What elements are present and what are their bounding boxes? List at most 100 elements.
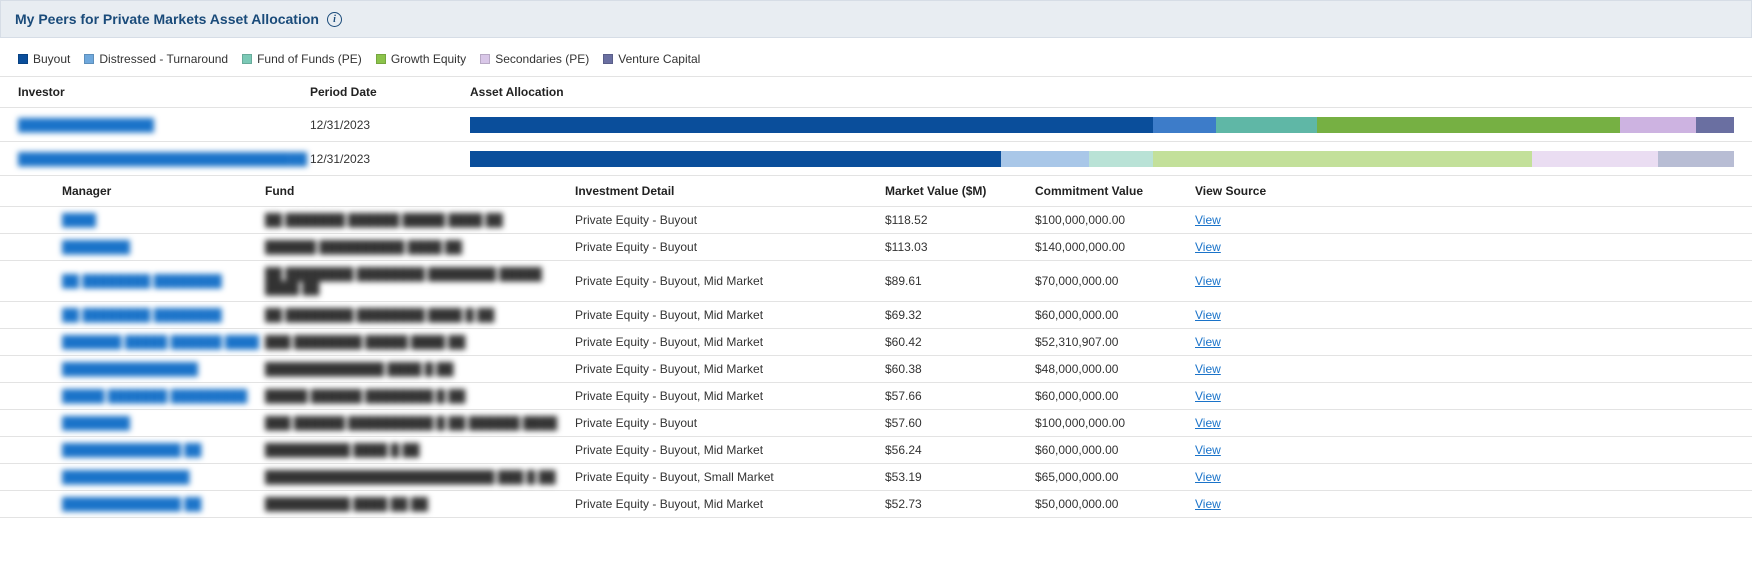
market-value: $53.19: [885, 470, 1035, 484]
market-value: $57.66: [885, 389, 1035, 403]
page-title: My Peers for Private Markets Asset Alloc…: [15, 11, 319, 27]
investment-detail: Private Equity - Buyout, Mid Market: [575, 274, 885, 288]
info-icon[interactable]: i: [327, 12, 342, 27]
view-source-link[interactable]: View: [1195, 497, 1221, 511]
investment-detail: Private Equity - Buyout, Mid Market: [575, 308, 885, 322]
fund-cell: ██████████████ ████ █ ██: [265, 362, 454, 376]
allocation-segment[interactable]: [1696, 117, 1734, 133]
legend-item[interactable]: Growth Equity: [376, 52, 466, 66]
manager-link[interactable]: █████ ███████ █████████: [62, 389, 247, 403]
allocation-segment[interactable]: [1153, 151, 1532, 167]
manager-link[interactable]: ███████████████: [62, 470, 190, 484]
legend-swatch: [242, 54, 252, 64]
investment-detail: Private Equity - Buyout, Mid Market: [575, 497, 885, 511]
commitment-value: $60,000,000.00: [1035, 308, 1195, 322]
commitment-value: $140,000,000.00: [1035, 240, 1195, 254]
manager-link[interactable]: ██ ████████ ████████: [62, 308, 222, 322]
investment-detail: Private Equity - Buyout, Mid Market: [575, 362, 885, 376]
investor-link[interactable]: ████████████████: [18, 118, 154, 132]
view-source-link[interactable]: View: [1195, 213, 1221, 227]
view-source-link[interactable]: View: [1195, 240, 1221, 254]
allocation-segment[interactable]: [1658, 151, 1734, 167]
manager-link[interactable]: ████████: [62, 416, 130, 430]
allocation-segment[interactable]: [1620, 117, 1696, 133]
legend-label: Distressed - Turnaround: [99, 52, 228, 66]
legend-swatch: [376, 54, 386, 64]
view-source-link[interactable]: View: [1195, 335, 1221, 349]
manager-link[interactable]: ██████████████ ██: [62, 497, 201, 511]
investment-detail: Private Equity - Buyout: [575, 213, 885, 227]
market-value: $52.73: [885, 497, 1035, 511]
table-row: ████████ ███ ██████ ██████████ █ ██ █████…: [0, 410, 1752, 437]
view-source-link[interactable]: View: [1195, 443, 1221, 457]
fund-cell: ██████████ ████ ██ ██: [265, 497, 428, 511]
allocation-segment[interactable]: [1001, 151, 1089, 167]
fund-cell: ██████ ██████████ ████ ██: [265, 240, 462, 254]
view-source-link[interactable]: View: [1195, 362, 1221, 376]
table-row: ████████████████ ██████████████ ████ █ ██…: [0, 356, 1752, 383]
view-source-link[interactable]: View: [1195, 308, 1221, 322]
investment-detail: Private Equity - Buyout, Mid Market: [575, 389, 885, 403]
table-row: ██████████████ ████████████ ████ █ ██Pri…: [0, 437, 1752, 464]
allocation-segment[interactable]: [1216, 117, 1317, 133]
market-value: $113.03: [885, 240, 1035, 254]
market-value: $60.42: [885, 335, 1035, 349]
legend-label: Venture Capital: [618, 52, 700, 66]
view-source-link[interactable]: View: [1195, 470, 1221, 484]
commitment-value: $48,000,000.00: [1035, 362, 1195, 376]
legend-item[interactable]: Venture Capital: [603, 52, 700, 66]
legend-swatch: [84, 54, 94, 64]
legend-swatch: [603, 54, 613, 64]
allocation-bar[interactable]: [470, 117, 1734, 133]
period-date: 12/31/2023: [310, 118, 470, 132]
manager-link[interactable]: ████████: [62, 240, 130, 254]
col-view: View Source: [1195, 184, 1752, 198]
legend-swatch: [18, 54, 28, 64]
market-value: $60.38: [885, 362, 1035, 376]
fund-cell: ███████████████████████████ ███ █ ██: [265, 470, 556, 484]
legend-label: Secondaries (PE): [495, 52, 589, 66]
legend-item[interactable]: Fund of Funds (PE): [242, 52, 362, 66]
legend-item[interactable]: Secondaries (PE): [480, 52, 589, 66]
manager-link[interactable]: ███████ █████ ██████ ████: [62, 335, 259, 349]
peer-row: ██████████████████████████████████12/31/…: [0, 142, 1752, 176]
view-source-link[interactable]: View: [1195, 274, 1221, 288]
legend-item[interactable]: Distressed - Turnaround: [84, 52, 228, 66]
col-period: Period Date: [310, 85, 470, 99]
table-row: ███████████████ █████████████████████████…: [0, 464, 1752, 491]
peers-table: Investor Period Date Asset Allocation ██…: [0, 76, 1752, 176]
investor-link[interactable]: ██████████████████████████████████: [18, 152, 307, 166]
market-value: $89.61: [885, 274, 1035, 288]
allocation-segment[interactable]: [1089, 151, 1152, 167]
fund-cell: ███ ██████ ██████████ █ ██ ██████ ████: [265, 416, 557, 430]
fund-cell: ██ ████████ ████████ ████ █ ██: [265, 308, 494, 322]
fund-cell: ██████████ ████ █ ██: [265, 443, 420, 457]
commitment-value: $60,000,000.00: [1035, 443, 1195, 457]
fund-cell: █████ ██████ ████████ █ ██: [265, 389, 465, 403]
allocation-segment[interactable]: [1153, 117, 1216, 133]
commitment-value: $100,000,000.00: [1035, 213, 1195, 227]
view-source-link[interactable]: View: [1195, 389, 1221, 403]
manager-link[interactable]: ████████████████: [62, 362, 198, 376]
manager-link[interactable]: ████: [62, 213, 96, 227]
allocation-bar[interactable]: [470, 151, 1734, 167]
allocation-segment[interactable]: [470, 117, 1153, 133]
table-row: █████ ███████ █████████ █████ ██████ ████…: [0, 383, 1752, 410]
legend-swatch: [480, 54, 490, 64]
commitment-value: $65,000,000.00: [1035, 470, 1195, 484]
market-value: $118.52: [885, 213, 1035, 227]
legend-item[interactable]: Buyout: [18, 52, 70, 66]
manager-link[interactable]: ██ ████████ ████████: [62, 274, 222, 288]
table-row: ██████████████ ██ ██████████ ████ ██ ██ Pr…: [0, 491, 1752, 518]
col-alloc: Asset Allocation: [470, 85, 1752, 99]
commitment-value: $60,000,000.00: [1035, 389, 1195, 403]
allocation-segment[interactable]: [1317, 117, 1620, 133]
col-detail: Investment Detail: [575, 184, 885, 198]
allocation-segment[interactable]: [470, 151, 1001, 167]
legend-label: Buyout: [33, 52, 70, 66]
manager-link[interactable]: ██████████████ ██: [62, 443, 201, 457]
view-source-link[interactable]: View: [1195, 416, 1221, 430]
col-fund: Fund: [265, 184, 575, 198]
allocation-segment[interactable]: [1532, 151, 1658, 167]
commitment-value: $50,000,000.00: [1035, 497, 1195, 511]
